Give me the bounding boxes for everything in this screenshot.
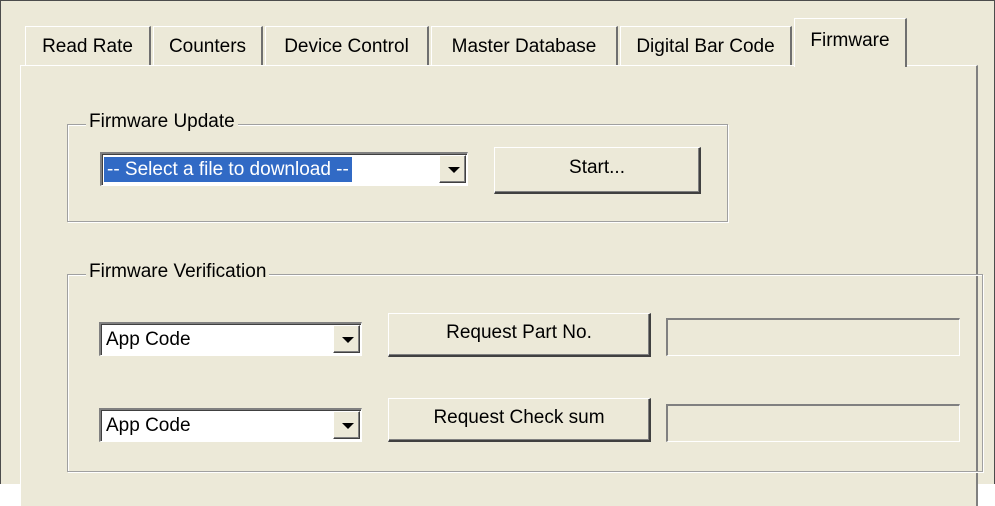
tab-master-database-label: Master Database [451,35,597,57]
start-button-label: Start... [569,157,625,178]
panel-border-left [0,0,1,484]
chevron-down-icon[interactable] [333,411,360,439]
tab-master-database[interactable]: Master Database [431,26,618,66]
request-checksum-button[interactable]: Request Check sum [388,398,651,442]
firmware-file-select-value: -- Select a file to download -- [104,157,352,182]
firmware-verification-group [67,274,983,472]
firmware-panel: Read Rate Counters Device Control Master… [0,0,995,506]
tab-digital-bar-code-label: Digital Bar Code [636,35,775,57]
tab-device-control-label: Device Control [284,35,409,57]
chevron-down-icon[interactable] [333,325,360,353]
part-no-code-select[interactable]: App Code [99,322,362,356]
tab-device-control[interactable]: Device Control [265,26,429,66]
request-part-no-button[interactable]: Request Part No. [388,313,651,357]
checksum-code-select-value: App Code [106,415,191,436]
firmware-verification-title: Firmware Verification [86,261,270,283]
panel-border-top [0,0,995,1]
tab-firmware[interactable]: Firmware [794,18,907,67]
chevron-down-icon[interactable] [439,155,466,183]
tab-digital-bar-code[interactable]: Digital Bar Code [620,26,792,66]
firmware-update-title: Firmware Update [86,111,238,133]
checksum-result-field [666,404,960,442]
tab-counters[interactable]: Counters [153,26,263,66]
tab-counters-label: Counters [168,35,247,57]
tab-firmware-label: Firmware [810,30,890,51]
tab-read-rate[interactable]: Read Rate [25,26,151,66]
start-button[interactable]: Start... [494,147,701,194]
part-no-code-select-value: App Code [106,329,191,350]
request-part-no-button-label: Request Part No. [446,321,592,343]
firmware-file-select[interactable]: -- Select a file to download -- [100,152,468,186]
part-no-result-field [666,318,960,356]
tab-read-rate-label: Read Rate [42,35,133,57]
request-checksum-button-label: Request Check sum [433,406,605,428]
checksum-code-select[interactable]: App Code [99,408,362,442]
